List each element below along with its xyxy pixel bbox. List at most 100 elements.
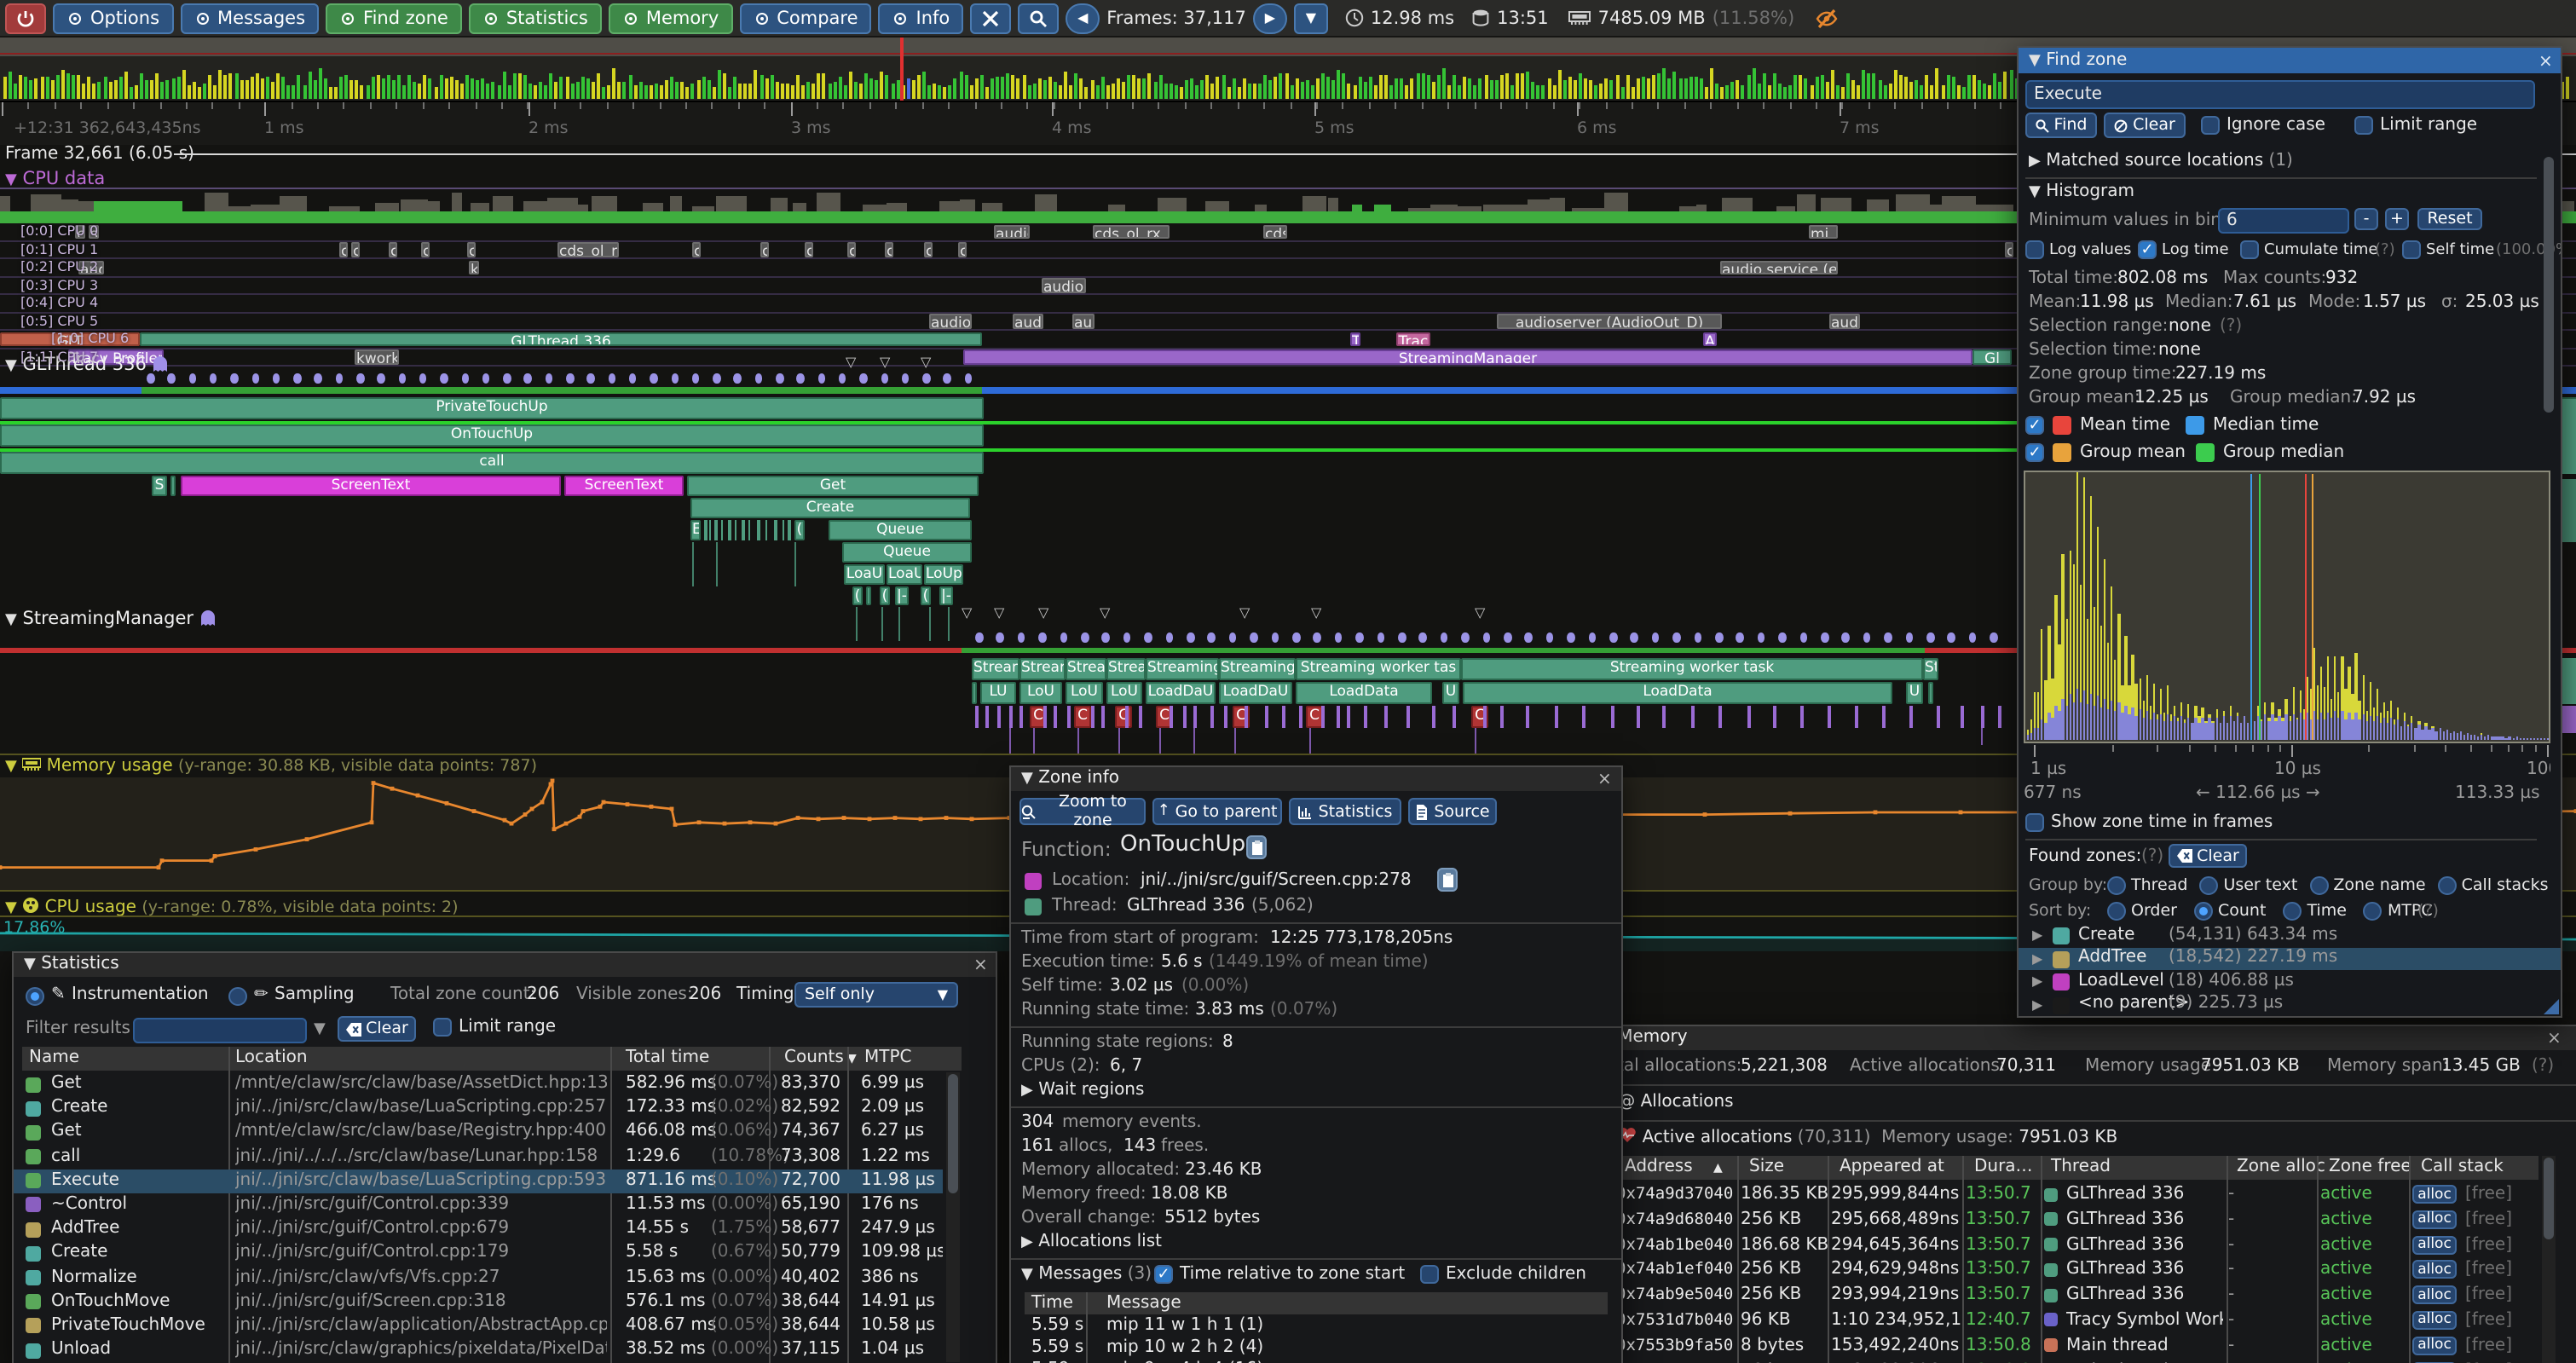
alloc-callstack-button[interactable]: alloc — [2412, 1210, 2457, 1229]
find-zone-histogram[interactable] — [2024, 471, 2550, 743]
frame-bar[interactable] — [1788, 85, 1792, 99]
frame-bar[interactable] — [1557, 71, 1561, 99]
frame-bar[interactable] — [1820, 75, 1823, 99]
frame-bar[interactable] — [476, 81, 479, 99]
toolbar-button[interactable]: Messages — [180, 3, 319, 33]
frame-bar[interactable] — [1395, 78, 1398, 99]
frame-bar[interactable] — [1369, 78, 1372, 99]
frame-bar[interactable] — [366, 86, 369, 99]
frame-bar[interactable] — [1805, 78, 1808, 99]
frame-bar[interactable] — [1920, 85, 1923, 99]
frame-bar[interactable] — [1705, 86, 1708, 99]
clear-filter-button[interactable]: Clear — [338, 1016, 416, 1042]
log-time-checkbox[interactable]: ✓ — [2138, 240, 2157, 259]
zone-bar[interactable]: ( — [852, 586, 863, 605]
table-row[interactable]: Get /mnt/e/claw/src/claw/base/Registry.h… — [14, 1121, 943, 1145]
frame-bar[interactable] — [1810, 85, 1813, 99]
frame-bar[interactable] — [492, 81, 495, 99]
found-zone-group-row[interactable]: ▶ AddTree (18,542) 227.19 ms — [2019, 947, 2561, 970]
frame-bar[interactable] — [570, 83, 574, 99]
frame-bar[interactable] — [1957, 84, 1961, 99]
frame-bar[interactable] — [655, 84, 658, 99]
frame-bar[interactable] — [1269, 79, 1273, 99]
frame-bar[interactable] — [1888, 84, 1892, 99]
found-zone-group-row[interactable]: ▶ Create (54,131) 643.34 ms — [2019, 924, 2561, 947]
frame-bar[interactable] — [324, 79, 327, 99]
frame-bar[interactable] — [229, 74, 233, 99]
frame-bar[interactable] — [1579, 73, 1582, 99]
log-values-checkbox[interactable] — [2025, 240, 2044, 259]
frame-bar[interactable] — [402, 84, 406, 99]
frame-bar[interactable] — [213, 84, 217, 99]
frame-bar[interactable] — [886, 75, 889, 99]
frame-bar[interactable] — [1411, 78, 1414, 99]
frame-bar[interactable] — [1999, 82, 2002, 99]
frame-bar[interactable] — [1311, 85, 1314, 99]
frame-bar[interactable] — [1899, 75, 1903, 99]
frame-bar[interactable] — [1153, 83, 1157, 99]
table-row[interactable]: Get /mnt/e/claw/src/claw/base/AssetDict.… — [14, 1072, 943, 1096]
frame-bar[interactable] — [1715, 84, 1718, 99]
frame-bar[interactable] — [528, 84, 532, 99]
frame-bar[interactable] — [1017, 78, 1020, 99]
zone-bar[interactable]: audio. — [1013, 314, 1043, 328]
frame-bar[interactable] — [1909, 82, 1913, 99]
frame-bar[interactable] — [949, 85, 952, 99]
help-hint[interactable]: (?) — [2532, 1057, 2554, 1077]
frame-bar[interactable] — [30, 80, 33, 99]
frame-bar[interactable] — [450, 77, 453, 99]
frame-bar[interactable] — [1547, 78, 1551, 99]
frame-bar[interactable] — [424, 74, 427, 99]
frame-bar[interactable] — [245, 79, 248, 99]
message-marker-icon[interactable]: ▽ — [994, 607, 1004, 621]
close-icon[interactable]: × — [1597, 769, 1612, 793]
frame-bar[interactable] — [1794, 75, 1798, 99]
frame-bar[interactable] — [1243, 79, 1246, 99]
frame-bar[interactable] — [859, 84, 863, 99]
frame-bar[interactable] — [392, 80, 396, 99]
prev-frame-button[interactable]: ◀ — [1066, 3, 1100, 33]
table-row[interactable]: 0x74ab1ef040 256 KB 294,629,948ns 13:50.… — [1591, 1259, 2538, 1285]
alloc-callstack-button[interactable]: alloc — [2412, 1337, 2457, 1355]
memory-plot-header[interactable]: ▼ Memory usage (y-range: 30.88 KB, visib… — [5, 757, 537, 777]
frame-bar[interactable] — [770, 75, 773, 99]
frame-bar[interactable] — [1552, 85, 1556, 99]
messages-section[interactable]: ▼ Messages (3) — [1021, 1265, 1152, 1285]
zone-bar[interactable]: cds_ol_rx_threa — [1093, 224, 1170, 239]
frame-bar[interactable] — [319, 69, 322, 99]
frame-bar[interactable] — [686, 87, 690, 99]
table-row[interactable]: ~Control jni/../jni/src/guif/Control.cpp… — [14, 1193, 943, 1217]
frame-bar[interactable] — [261, 78, 264, 99]
table-row[interactable]: call jni/../jni/../../../src/claw/base/L… — [14, 1145, 943, 1169]
frame-bar[interactable] — [1222, 76, 1225, 99]
frame-bar[interactable] — [806, 82, 810, 99]
frame-bar[interactable] — [660, 85, 663, 99]
frame-bar[interactable] — [1285, 73, 1288, 99]
show-zone-time-checkbox[interactable] — [2025, 813, 2044, 832]
zone-bar[interactable]: c — [924, 242, 933, 257]
frame-bar[interactable] — [912, 79, 915, 99]
frame-bar[interactable] — [991, 78, 994, 99]
sampling-radio[interactable] — [228, 987, 247, 1006]
message-marker-icon[interactable]: ▽ — [962, 607, 972, 621]
frame-bar[interactable] — [854, 82, 858, 99]
table-row[interactable]: AddTree jni/../jni/src/guif/Control.cpp:… — [14, 1217, 943, 1241]
frame-bar[interactable] — [1626, 74, 1629, 99]
message-row[interactable]: 5.59 s mip 11 w 1 h 1 (1) — [1025, 1316, 1608, 1338]
zone-bar[interactable]: PrivateTouchUp — [0, 397, 984, 419]
exclude-children-checkbox[interactable] — [1420, 1265, 1439, 1284]
frame-dropdown-button[interactable]: ▼ — [1294, 3, 1328, 33]
frame-bar[interactable] — [1915, 80, 1918, 99]
frame-bar[interactable] — [1725, 86, 1729, 99]
frame-bar[interactable] — [14, 84, 17, 99]
frame-bar[interactable] — [1831, 70, 1834, 99]
found-zone-group-row[interactable]: ▶ <no parent> (9) 225.73 µs — [2019, 993, 2561, 1016]
frame-bar[interactable] — [875, 80, 879, 99]
frame-bar[interactable] — [1521, 74, 1524, 99]
frame-bar[interactable] — [1647, 78, 1650, 99]
matched-sources-section[interactable]: ▶ Matched source locations (1) — [2029, 152, 2293, 172]
copy-clipboard-button[interactable] — [1246, 835, 1267, 859]
frame-bar[interactable] — [523, 75, 527, 99]
frame-bar[interactable] — [1321, 74, 1325, 99]
frame-bar[interactable] — [1138, 78, 1141, 99]
